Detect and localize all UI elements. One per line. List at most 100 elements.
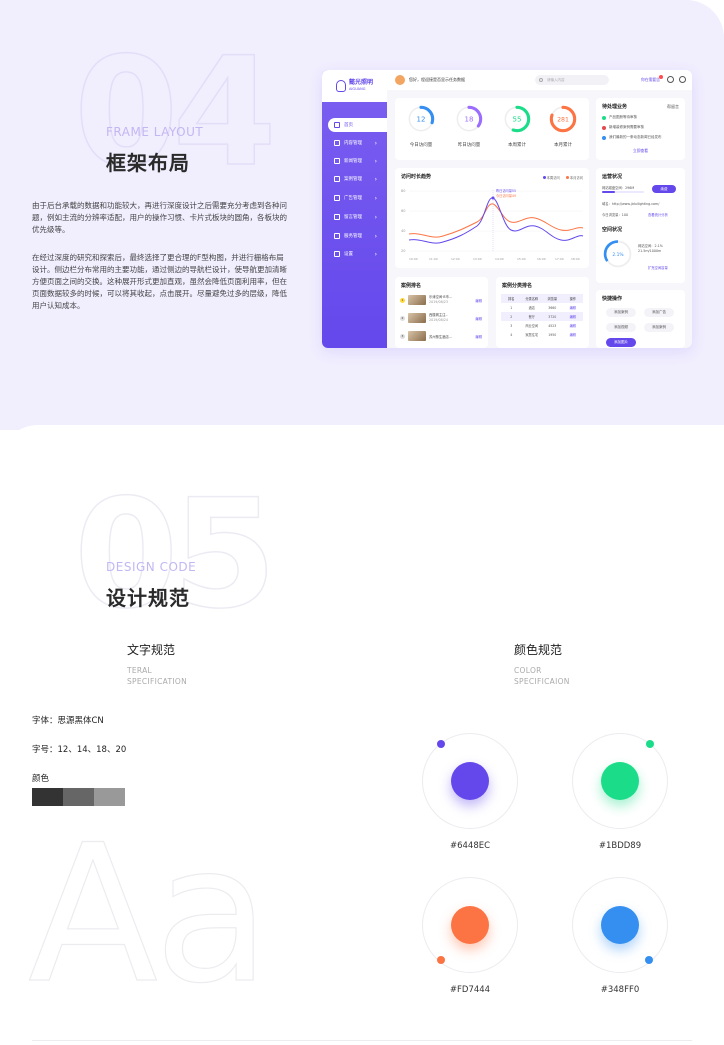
color-circle — [422, 877, 518, 973]
list-item[interactable]: 1 乐涛空间·B市... 2019/08/23 编辑 — [400, 294, 482, 306]
todo-item[interactable]: 产品图册等待审核 — [602, 115, 637, 120]
text-spec-en: TERAL SPECIFICATION — [127, 666, 187, 686]
search-input[interactable]: 请输入内容 — [535, 75, 609, 85]
gear-icon — [334, 251, 340, 257]
tooltip-line: 今日访问量49 — [496, 193, 516, 198]
case-thumbnail — [408, 313, 426, 323]
frame-en-title: FRAME LAYOUT — [106, 125, 204, 139]
sidebar-item-services[interactable]: 服务管理 › — [328, 229, 387, 243]
design-en-title: DESIGN CODE — [106, 560, 197, 574]
svg-text:2.1%: 2.1% — [612, 252, 623, 258]
case-icon — [334, 176, 340, 182]
chevron-right-icon: › — [374, 139, 377, 147]
table-row[interactable]: 2 餐厅 3720 编辑 — [501, 312, 583, 321]
frame-paragraph-2: 在经过深度的研究和探索后，最终选择了更合理的F型构图，并进行栅格布局设计。侧边栏… — [32, 253, 287, 310]
quota-label: 网站磁盘空间：296M — [602, 186, 635, 190]
color-hex-label: #6448EC — [449, 841, 491, 851]
svg-text:12: 12 — [417, 115, 426, 123]
sidebar-item-cases[interactable]: 案例管理 › — [328, 172, 387, 186]
topbar: 您好，程迎接是否显示任务数据 请输入内容 你在需要告 — [387, 70, 692, 90]
ops-title: 运营状况 — [602, 174, 623, 180]
sidebar-item-ads[interactable]: 广告管理 › — [328, 191, 387, 205]
trend-legend: 本周访问 本月访问 — [542, 175, 583, 180]
status-dot-icon — [602, 135, 606, 140]
legend-item: 本月访问 — [565, 175, 583, 180]
stat-label: 昨日访问量 — [457, 143, 481, 148]
quick-action-button[interactable]: 添加广告 — [644, 308, 674, 317]
x-tick: 15:00 — [517, 257, 526, 261]
quick-action-button[interactable]: 添加图片 — [606, 338, 636, 347]
case-thumbnail — [408, 331, 426, 341]
home-icon — [334, 122, 340, 128]
quota-bar — [602, 191, 644, 193]
logo[interactable]: 懿光照明 AIGUANG — [322, 70, 387, 102]
color-dot — [437, 956, 445, 964]
font-family-line: 字体：思源黑体CN — [32, 716, 104, 726]
color-spec-en: COLOR SPECIFICAION — [514, 666, 570, 686]
list-item[interactable]: 3 苏州豫生酒店... 编辑 — [400, 330, 482, 342]
analytics-link[interactable]: 查看统计分析 — [648, 212, 668, 217]
notification-link[interactable]: 你在需要告 — [641, 77, 660, 83]
svg-text:18: 18 — [465, 115, 474, 123]
color-swatch — [601, 762, 639, 800]
quick-action-button[interactable]: 添加案例 — [606, 308, 636, 317]
aa-glyph-sample: Aa — [27, 804, 271, 1025]
help-icon[interactable] — [667, 76, 674, 83]
chevron-right-icon: › — [374, 194, 377, 202]
power-icon[interactable] — [679, 76, 686, 83]
expand-link[interactable]: 扩充空间容量 — [648, 265, 668, 270]
table-row[interactable]: 4 家居住宅 1950 编辑 — [501, 330, 583, 339]
legend-item: 本周访问 — [542, 175, 560, 180]
color-dot — [437, 740, 445, 748]
content-icon — [334, 140, 340, 146]
logo-name: 懿光照明 — [348, 79, 373, 86]
upgrade-button[interactable]: 续费 — [652, 185, 676, 193]
design-cn-title: 设计规范 — [106, 586, 190, 610]
sidebar-item-messages[interactable]: 留言管理 › — [328, 210, 387, 224]
ranking-title: 案例排名 — [401, 283, 422, 289]
sidebar-item-settings[interactable]: 设置 › — [328, 247, 387, 261]
table-row[interactable]: 1 酒店 3660 编辑 — [501, 303, 583, 312]
table-row[interactable]: 3 商业空间 4523 编辑 — [501, 321, 583, 330]
quick-action-button[interactable]: 添加视频 — [606, 323, 636, 332]
x-tick: 13:00 — [473, 257, 482, 261]
font-size-line: 字号：12、14、18、20 — [32, 745, 127, 755]
bulb-icon — [335, 80, 346, 92]
todo-item[interactable]: 新增装修案例需要审核 — [602, 125, 644, 130]
color-dot — [646, 740, 654, 748]
sidebar-item-news[interactable]: 新闻管理 › — [328, 154, 387, 168]
color-circle — [572, 733, 668, 829]
sidebar: 懿光照明 AIGUANG 首页 内容管理 › 新闻管理 › 案例管理 › 广告管理 › 留… — [322, 70, 387, 348]
x-tick: 16:00 — [537, 257, 546, 261]
sidebar-item-content[interactable]: 内容管理 › — [328, 136, 387, 150]
legend-dot-icon — [542, 176, 546, 179]
todo-link[interactable]: 帮留言 — [667, 104, 679, 110]
today-views: 今日浏览量：100 — [602, 213, 629, 217]
ring-today: 12 — [407, 105, 435, 133]
color-hex-label: #1BDD89 — [598, 841, 642, 851]
domain-label: 域名：http://www.jiduilighting.com/ — [602, 202, 660, 206]
sidebar-item-home[interactable]: 首页 — [328, 118, 387, 132]
color-circle — [422, 733, 518, 829]
chevron-right-icon: › — [374, 232, 377, 240]
stat-today: 12 今日访问量 — [399, 105, 443, 148]
avatar[interactable] — [395, 75, 405, 85]
color-label: 颜色 — [32, 774, 50, 784]
list-item[interactable]: 2 西楼阁主注.. 2019/08/24 编辑 — [400, 312, 482, 324]
frame-cn-title: 框架布局 — [106, 151, 190, 175]
chevron-right-icon: › — [374, 213, 377, 221]
search-icon — [539, 78, 543, 82]
x-tick: 14:00 — [495, 257, 504, 261]
stat-yesterday: 18 昨日访问量 — [447, 105, 491, 148]
table-header: 排名 分类名称 浏览量 操作 — [501, 294, 583, 303]
stats-card: 12 今日访问量 18 昨日访问量 55 本周累计 281 本月累计 — [395, 98, 589, 160]
trend-title: 访问时长趋势 — [401, 174, 432, 180]
category-title: 案例分类排名 — [502, 283, 533, 289]
y-tick: 20 — [401, 249, 405, 253]
quick-action-button[interactable]: 添加案例 — [644, 323, 674, 332]
todo-more-link[interactable]: 立即查看 — [596, 148, 685, 154]
todo-item[interactable]: 我们最新的一条动态新闻已经发布 — [602, 135, 662, 140]
quick-title: 快捷操作 — [602, 296, 623, 302]
status-dot-icon — [602, 125, 606, 130]
series-line-month — [408, 203, 584, 238]
